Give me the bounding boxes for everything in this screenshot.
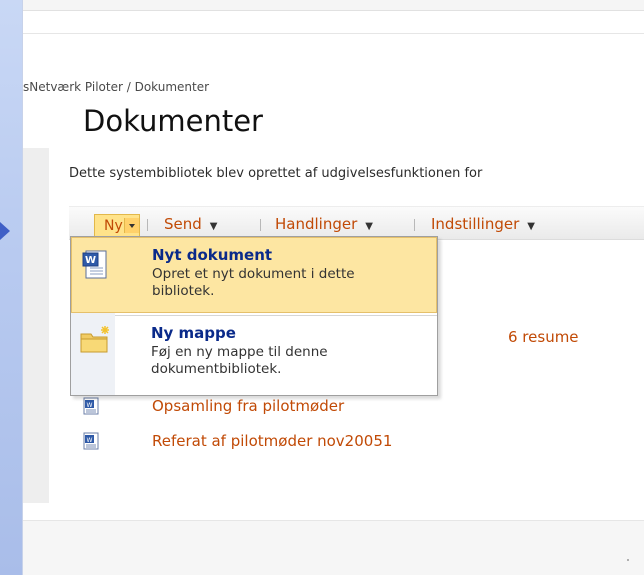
chevron-down-icon: ▼ [527,221,535,232]
new-folder-icon [80,326,109,353]
new-menu-dropdown: W Nyt dokument Opret et nyt dokument i d… [70,236,438,396]
page-description: Dette systembibliotek blev oprettet af u… [69,166,483,181]
top-band [23,0,644,11]
word-document-icon: W [82,250,107,279]
background-side-panel [0,0,22,575]
menu-divider [115,315,437,316]
chevron-down-icon: ▼ [209,221,218,232]
settings-label: Indstillinger [431,215,520,233]
page-title: Dokumenter [83,104,263,138]
menu-item-title: Nyt dokument [152,246,273,264]
breadcrumb-path[interactable]: sNetværk Piloter / Dokumenter [23,80,209,94]
chevron-down-icon: ▼ [365,221,373,232]
new-button-label: Ny [104,218,123,234]
svg-text:W: W [87,437,93,444]
sharepoint-page: sNetværk Piloter / Dokumenter Dokumenter… [22,0,644,575]
pointer-arrow-icon [0,222,10,240]
menu-item-new-document[interactable]: W Nyt dokument Opret et nyt dokument i d… [71,237,437,313]
actions-label: Handlinger [275,215,358,233]
word-document-icon: W [83,397,99,415]
new-dropdown-arrow-icon[interactable] [124,218,139,233]
actions-menu[interactable]: Handlinger ▼ [275,215,373,233]
toolbar-separator [260,219,261,231]
document-link[interactable]: Referat af pilotmøder nov20051 [152,432,392,450]
menu-item-title: Ny mappe [151,324,236,342]
send-menu[interactable]: Send ▼ [164,215,217,233]
left-nav-strip [23,148,49,503]
svg-text:W: W [87,402,93,409]
settings-menu[interactable]: Indstillinger ▼ [431,215,535,233]
send-label: Send [164,215,202,233]
word-document-icon: W [83,432,99,450]
top-divider [23,33,644,34]
breadcrumb: sNetværk Piloter / Dokumenter [23,80,209,94]
menu-item-description: Føj en ny mappe til denne dokumentbiblio… [151,344,328,377]
new-button[interactable]: Ny [94,214,140,237]
toolbar-separator [147,219,148,231]
document-link[interactable]: Opsamling fra pilotmøder [152,397,344,415]
list-toolbar: Ny Send ▼ Handlinger ▼ Indstillinger ▼ [69,206,644,240]
toolbar-separator [414,219,415,231]
document-link[interactable]: 6 resume [508,328,579,346]
menu-item-new-folder[interactable]: Ny mappe Føj en ny mappe til denne dokum… [71,317,437,395]
footer-dot [627,559,629,561]
svg-text:W: W [85,255,96,266]
menu-item-description: Opret et nyt dokument i dette bibliotek. [152,266,355,299]
page-footer [23,520,644,575]
